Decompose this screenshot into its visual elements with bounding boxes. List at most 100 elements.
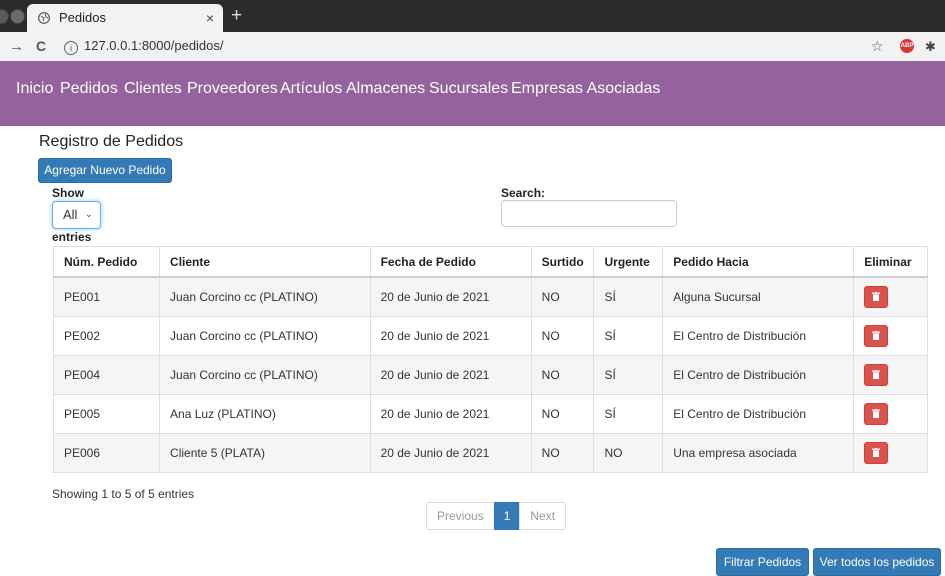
tab-title: Pedidos bbox=[59, 10, 106, 25]
column-header-fecha[interactable]: Fecha de Pedido bbox=[369, 246, 532, 278]
nav-item-empresas-asociadas[interactable]: Empresas Asociadas bbox=[511, 80, 660, 98]
cell-surtido: NO bbox=[530, 394, 595, 434]
extensions-icon[interactable]: ✱ bbox=[925, 32, 936, 61]
cell-urgente: NO bbox=[593, 433, 664, 473]
column-header-urgente[interactable]: Urgente bbox=[593, 246, 664, 278]
column-header-cliente[interactable]: Cliente bbox=[159, 246, 371, 278]
orders-table: Núm. Pedido Cliente Fecha de Pedido Surt… bbox=[52, 246, 928, 473]
trash-icon bbox=[872, 292, 881, 301]
browser-toolbar: → C i 127.0.0.1:8000/pedidos/ ☆ ABP ✱ bbox=[0, 32, 945, 62]
cell-urgente: SÍ bbox=[593, 276, 664, 317]
table-row: PE004 Juan Corcino cc (PLATINO) 20 de Ju… bbox=[52, 355, 928, 395]
pagination: Previous 1 Next bbox=[426, 502, 567, 530]
cell-fecha: 20 de Junio de 2021 bbox=[369, 355, 532, 395]
cell-pedido-hacia: Una empresa asociada bbox=[662, 433, 855, 473]
delete-button[interactable] bbox=[864, 442, 889, 464]
new-tab-icon[interactable]: + bbox=[231, 3, 242, 29]
cell-surtido: NO bbox=[530, 355, 595, 395]
cell-eliminar bbox=[853, 355, 928, 395]
cell-fecha: 20 de Junio de 2021 bbox=[369, 433, 532, 473]
cell-cliente: Juan Corcino cc (PLATINO) bbox=[159, 316, 371, 356]
trash-icon bbox=[872, 370, 881, 379]
view-all-orders-button[interactable]: Ver todos los pedidos bbox=[813, 548, 941, 576]
cell-cliente: Juan Corcino cc (PLATINO) bbox=[159, 276, 371, 317]
window-minimize-control[interactable] bbox=[10, 9, 25, 24]
address-bar[interactable]: i 127.0.0.1:8000/pedidos/ bbox=[58, 35, 864, 57]
column-header-num-pedido[interactable]: Núm. Pedido bbox=[52, 246, 161, 278]
cell-eliminar bbox=[853, 394, 928, 434]
info-icon[interactable]: i bbox=[64, 41, 78, 55]
entries-per-page-select[interactable]: All ⌄ bbox=[52, 201, 101, 229]
trash-icon bbox=[872, 331, 881, 340]
cell-urgente: SÍ bbox=[593, 394, 664, 434]
nav-item-almacenes[interactable]: Almacenes bbox=[346, 80, 425, 98]
table-info: Showing 1 to 5 of 5 entries bbox=[52, 487, 195, 501]
chevron-down-icon: ⌄ bbox=[84, 209, 93, 220]
cell-num-pedido: PE001 bbox=[52, 276, 161, 317]
pagination-previous[interactable]: Previous bbox=[426, 502, 495, 530]
cell-eliminar bbox=[853, 276, 928, 317]
cell-surtido: NO bbox=[530, 276, 595, 317]
table-row: PE006 Cliente 5 (PLATA) 20 de Junio de 2… bbox=[52, 433, 928, 473]
delete-button[interactable] bbox=[864, 403, 889, 425]
filter-orders-button[interactable]: Filtrar Pedidos bbox=[716, 548, 809, 576]
cell-fecha: 20 de Junio de 2021 bbox=[369, 394, 532, 434]
adblock-icon[interactable]: ABP bbox=[900, 39, 914, 53]
cell-num-pedido: PE002 bbox=[52, 316, 161, 356]
delete-button[interactable] bbox=[864, 325, 889, 347]
cell-fecha: 20 de Junio de 2021 bbox=[369, 276, 532, 317]
reload-icon[interactable]: C bbox=[36, 32, 46, 61]
trash-icon bbox=[872, 409, 881, 418]
cell-num-pedido: PE004 bbox=[52, 355, 161, 395]
main-navbar: Inicio Pedidos Clientes Proveedores Artí… bbox=[0, 61, 945, 126]
delete-button[interactable] bbox=[864, 364, 889, 386]
cell-pedido-hacia: El Centro de Distribución bbox=[662, 355, 855, 395]
nav-item-inicio[interactable]: Inicio bbox=[16, 80, 53, 98]
column-header-pedido-hacia[interactable]: Pedido Hacia bbox=[662, 246, 855, 278]
table-row: PE001 Juan Corcino cc (PLATINO) 20 de Ju… bbox=[52, 276, 928, 317]
tab-close-icon[interactable]: × bbox=[206, 4, 214, 32]
nav-item-clientes[interactable]: Clientes bbox=[124, 80, 182, 98]
entries-label: entries bbox=[52, 230, 92, 244]
cell-surtido: NO bbox=[530, 433, 595, 473]
cell-eliminar bbox=[853, 433, 928, 473]
table-row: PE002 Juan Corcino cc (PLATINO) 20 de Ju… bbox=[52, 316, 928, 356]
nav-item-pedidos[interactable]: Pedidos bbox=[60, 80, 118, 98]
delete-button[interactable] bbox=[864, 286, 889, 308]
column-header-surtido[interactable]: Surtido bbox=[530, 246, 595, 278]
add-order-button[interactable]: Agregar Nuevo Pedido bbox=[38, 158, 172, 183]
cell-cliente: Juan Corcino cc (PLATINO) bbox=[159, 355, 371, 395]
cell-urgente: SÍ bbox=[593, 355, 664, 395]
cell-eliminar bbox=[853, 316, 928, 356]
back-arrow-icon[interactable]: → bbox=[9, 32, 24, 61]
globe-icon bbox=[38, 12, 50, 24]
cell-urgente: SÍ bbox=[593, 316, 664, 356]
nav-item-articulos[interactable]: Artículos bbox=[280, 80, 342, 98]
search-label: Search: bbox=[501, 186, 546, 200]
browser-tab[interactable]: Pedidos × bbox=[27, 4, 223, 32]
url-text: 127.0.0.1:8000/pedidos/ bbox=[84, 38, 224, 53]
cell-cliente: Cliente 5 (PLATA) bbox=[159, 433, 371, 473]
cell-pedido-hacia: Alguna Sucursal bbox=[662, 276, 855, 317]
cell-num-pedido: PE005 bbox=[52, 394, 161, 434]
table-header-row: Núm. Pedido Cliente Fecha de Pedido Surt… bbox=[52, 246, 928, 278]
cell-fecha: 20 de Junio de 2021 bbox=[369, 316, 532, 356]
search-input[interactable] bbox=[501, 200, 677, 227]
cell-cliente: Ana Luz (PLATINO) bbox=[159, 394, 371, 434]
page-title: Registro de Pedidos bbox=[39, 133, 184, 150]
entries-per-page-value: All bbox=[63, 207, 78, 222]
bookmark-star-icon[interactable]: ☆ bbox=[871, 32, 884, 61]
cell-num-pedido: PE006 bbox=[52, 433, 161, 473]
cell-pedido-hacia: El Centro de Distribución bbox=[662, 394, 855, 434]
browser-tab-strip: Pedidos × + bbox=[0, 0, 945, 32]
trash-icon bbox=[872, 448, 881, 457]
pagination-page-1[interactable]: 1 bbox=[493, 502, 521, 530]
cell-surtido: NO bbox=[530, 316, 595, 356]
nav-item-sucursales[interactable]: Sucursales bbox=[429, 80, 508, 98]
column-header-eliminar[interactable]: Eliminar bbox=[853, 246, 928, 278]
pagination-next[interactable]: Next bbox=[519, 502, 567, 530]
cell-pedido-hacia: El Centro de Distribución bbox=[662, 316, 855, 356]
show-label: Show bbox=[52, 186, 84, 200]
window-close-control[interactable] bbox=[0, 9, 9, 24]
nav-item-proveedores[interactable]: Proveedores bbox=[187, 80, 278, 98]
